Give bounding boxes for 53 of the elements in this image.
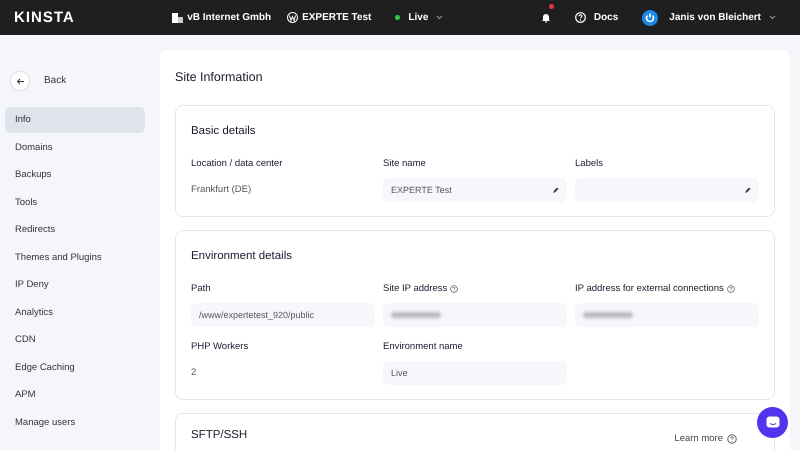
- sidebar-item[interactable]: Tools: [5, 190, 145, 215]
- sidebar-item[interactable]: Info: [5, 107, 145, 132]
- sidebar-item[interactable]: Analytics: [5, 300, 145, 325]
- field-value: 2: [191, 366, 198, 380]
- info-icon: [727, 434, 737, 444]
- sidebar-item[interactable]: Domains: [5, 134, 145, 160]
- pencil-icon: [744, 186, 751, 194]
- sidebar-item[interactable]: Themes and Plugins: [5, 244, 145, 270]
- building-icon: [172, 12, 184, 22]
- company-link[interactable]: vB Internet Gmbh: [172, 12, 272, 24]
- section-title: Environment details: [191, 249, 292, 263]
- environment-dropdown[interactable]: Live: [395, 12, 444, 24]
- info-icon: [726, 284, 735, 292]
- redacted-value: [583, 312, 633, 318]
- docs-link[interactable]: Docs: [574, 12, 618, 24]
- learn-more-link[interactable]: Learn more: [674, 433, 737, 445]
- caret-icon: [769, 15, 776, 20]
- sidebar-item[interactable]: CDN: [5, 327, 145, 352]
- info-icon: [450, 284, 458, 292]
- field-label: Location / data center: [191, 158, 282, 169]
- field-label: Labels: [575, 158, 603, 169]
- power-icon: [642, 10, 658, 26]
- section-title: Basic details: [191, 124, 256, 138]
- field-label: Site name: [383, 158, 426, 169]
- sidebar-item[interactable]: IP Deny: [5, 272, 145, 298]
- caret-icon: [436, 15, 444, 20]
- chat-icon: [766, 416, 780, 429]
- page-title: Site Information: [175, 70, 264, 85]
- left-arrow-icon: [16, 78, 24, 84]
- logo: KINSTA: [14, 8, 75, 26]
- field-label: Environment name: [383, 341, 463, 352]
- field-label: PHP Workers: [191, 341, 248, 352]
- back-button[interactable]: Back: [5, 71, 66, 91]
- editable-field[interactable]: EXPERTE Test: [383, 178, 567, 202]
- sidebar-item[interactable]: APM: [5, 382, 145, 408]
- sidebar-item[interactable]: Redirects: [5, 217, 145, 242]
- sidebar-item[interactable]: Backups: [5, 162, 145, 188]
- field-label: Site IP address: [383, 283, 448, 294]
- editable-field[interactable]: [575, 178, 759, 202]
- help-icon: [574, 12, 586, 23]
- field-label: IP address for external connections: [575, 283, 724, 294]
- readonly-field: Live: [383, 361, 567, 385]
- field-label: Path: [191, 283, 211, 294]
- user-menu[interactable]: Janis von Bleichert: [642, 10, 776, 26]
- sidebar-item[interactable]: Manage users: [5, 410, 145, 435]
- redacted-value: [391, 312, 441, 318]
- readonly-field: /www/expertetest_920/public: [191, 303, 375, 327]
- pencil-icon: [552, 186, 559, 194]
- site-link[interactable]: EXPERTE Test: [287, 12, 372, 24]
- sidebar-item[interactable]: Edge Caching: [5, 354, 145, 380]
- field-value: Frankfurt (DE): [191, 183, 252, 198]
- section-title: SFTP/SSH: [191, 428, 248, 442]
- bell-icon: [540, 12, 551, 23]
